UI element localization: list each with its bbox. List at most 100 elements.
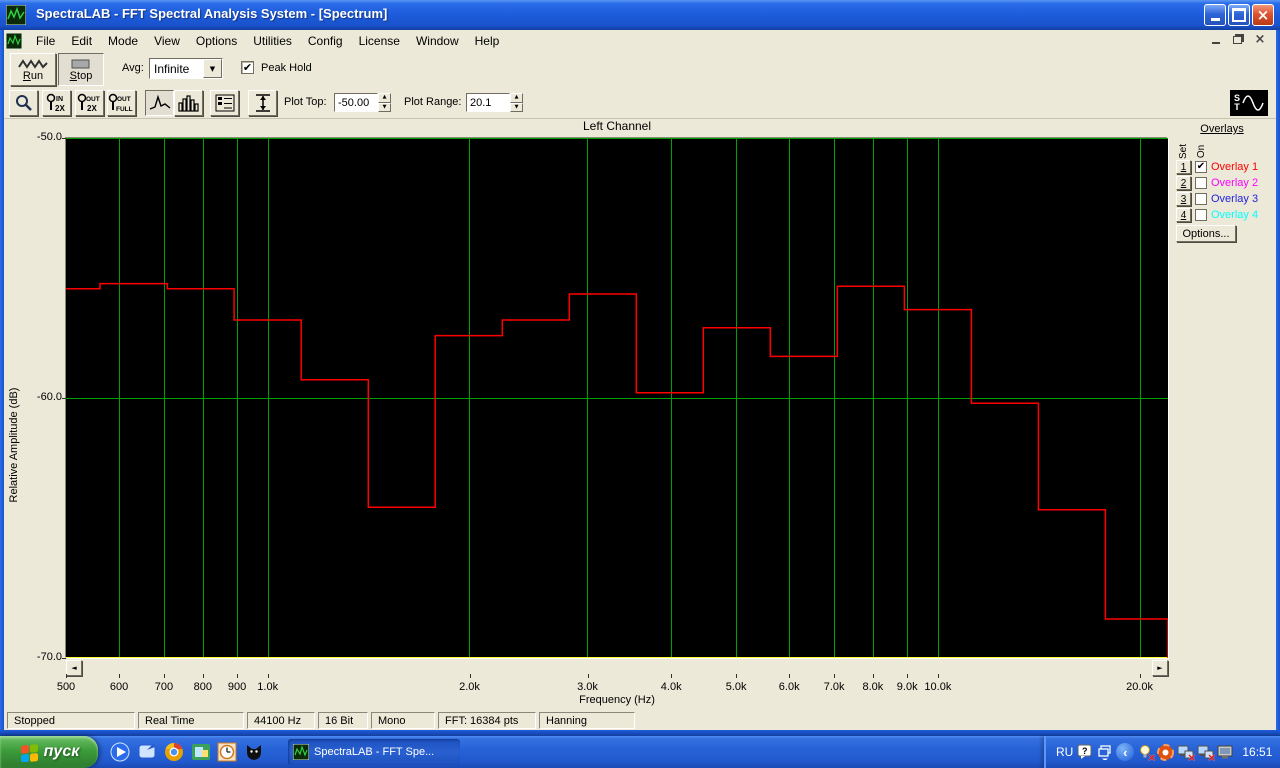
status-mode: Real Time (138, 712, 244, 729)
menu-window[interactable]: Window (408, 32, 467, 50)
stop-button[interactable]: Stop (58, 53, 104, 86)
x-tick-label: 5.0k (725, 681, 747, 693)
y-tick-mark (62, 398, 66, 399)
status-window-function: Hanning (539, 712, 635, 729)
window-restore-tray-icon[interactable] (1096, 744, 1113, 761)
scroll-left-button[interactable]: ◄ (66, 660, 82, 676)
x-tick-mark (469, 674, 471, 678)
display-options-button[interactable] (210, 90, 239, 116)
antivirus-tray-icon[interactable] (1157, 743, 1175, 761)
mdi-close-button[interactable]: × (1252, 31, 1268, 47)
taskbar-app-icon (293, 744, 309, 760)
overlay-1-set-button[interactable]: 1 (1176, 160, 1191, 174)
plot-top-spin-up-icon[interactable]: ▲ (378, 93, 391, 103)
status-sample-rate: 44100 Hz (247, 712, 315, 729)
menu-view[interactable]: View (146, 32, 188, 50)
quicklaunch-clock-icon[interactable] (217, 742, 237, 762)
overlay-options-button[interactable]: Options... (1176, 225, 1236, 242)
collapse-chevron-icon[interactable]: ‹ (1116, 743, 1135, 761)
menu-options[interactable]: Options (188, 32, 245, 50)
app-icon[interactable] (6, 5, 26, 25)
close-button[interactable]: × (1252, 4, 1274, 26)
menu-mode[interactable]: Mode (100, 32, 146, 50)
quicklaunch-green-app-icon[interactable] (191, 742, 211, 762)
list-settings-icon (215, 94, 234, 112)
display-tray-icon[interactable] (1217, 744, 1234, 761)
zoom-cursor-button[interactable] (9, 90, 38, 116)
run-sine-icon (18, 58, 48, 69)
quicklaunch-messenger-icon[interactable] (137, 742, 157, 762)
window-border-right (1276, 30, 1280, 736)
line-plot-button[interactable] (145, 90, 174, 116)
menu-utilities[interactable]: Utilities (245, 32, 300, 50)
avg-select[interactable]: Infinite ▼ (149, 58, 223, 79)
svg-text:OUT: OUT (117, 96, 131, 103)
quicklaunch-fox-icon[interactable] (244, 742, 264, 762)
mdi-close-icon: × (1254, 31, 1266, 47)
x-tick-label: 10.0k (924, 681, 952, 693)
overlay-4-checkbox[interactable] (1195, 209, 1207, 221)
quicklaunch-media-player-icon[interactable] (110, 742, 130, 762)
plot-range-input[interactable] (466, 93, 510, 112)
plot-range-spin-up-icon[interactable]: ▲ (510, 93, 523, 103)
menu-file[interactable]: File (28, 32, 63, 50)
zoom-out-full-button[interactable]: OUT FULL (107, 90, 136, 116)
peak-hold-checkbox[interactable]: ✔ (241, 61, 254, 74)
bar-plot-button[interactable] (174, 90, 203, 116)
zoom-out-full-icon: OUT FULL (108, 93, 133, 113)
help-tray-icon[interactable]: ? (1076, 744, 1093, 761)
plot-top-spinner[interactable]: ▲ ▼ (378, 93, 391, 112)
network-offline-icon-2[interactable]: × (1197, 744, 1216, 763)
overlay-1-checkbox[interactable]: ✔ (1195, 161, 1207, 173)
overlay-3-checkbox[interactable] (1195, 193, 1207, 205)
avg-select-arrow-icon[interactable]: ▼ (203, 59, 222, 78)
overlays-set-label: Set (1178, 143, 1190, 160)
plot-top-spin-down-icon[interactable]: ▼ (378, 102, 391, 112)
menu-help[interactable]: Help (467, 32, 508, 50)
mdi-restore-icon (1232, 36, 1242, 44)
overlay-2-checkbox[interactable] (1195, 177, 1207, 189)
scale-range-button[interactable] (248, 90, 277, 116)
status-bar: Stopped Real Time 44100 Hz 16 Bit Mono F… (4, 710, 1276, 730)
overlay-2-set-button[interactable]: 2 (1176, 176, 1191, 190)
maximize-button[interactable] (1228, 4, 1250, 26)
plot-range-spinner[interactable]: ▲ ▼ (510, 93, 523, 112)
zoom-in-2x-icon: IN 2X (46, 93, 65, 113)
menu-license[interactable]: License (351, 32, 408, 50)
title-bar[interactable]: SpectraLAB - FFT Spectral Analysis Syste… (0, 0, 1280, 30)
plot-top-input[interactable] (334, 93, 378, 112)
run-button[interactable]: Run (10, 53, 56, 86)
quicklaunch-browser-icon[interactable] (164, 742, 184, 762)
svg-text:FULL: FULL (116, 106, 133, 113)
x-tick-label: 20.0k (1126, 681, 1154, 693)
clock[interactable]: 16:51 (1242, 745, 1272, 759)
zoom-in-2x-button[interactable]: IN 2X (42, 90, 71, 116)
menu-config[interactable]: Config (300, 32, 351, 50)
spectrum-plot[interactable] (66, 138, 1169, 658)
menu-bar: File Edit Mode View Options Utilities Co… (4, 30, 1276, 52)
plot-toolbar: IN 2X OUT 2X OUT FULL Plot Top: -50.00 ▲… (4, 88, 1276, 119)
x-tick-label: 4.0k (660, 681, 682, 693)
mdi-minimize-button[interactable] (1208, 32, 1224, 46)
overlay-4-set-button[interactable]: 4 (1176, 208, 1191, 222)
mdi-system-icon[interactable] (6, 32, 22, 49)
lamp-alert-tray-icon[interactable]: × (1137, 744, 1156, 763)
x-tick-mark (119, 674, 121, 678)
network-offline-cross-icon-1: × (1187, 750, 1197, 764)
plot-range-spin-down-icon[interactable]: ▼ (510, 102, 523, 112)
avg-select-value: Infinite (154, 61, 190, 76)
menu-edit[interactable]: Edit (63, 32, 100, 50)
minimize-button[interactable] (1204, 4, 1226, 26)
start-button[interactable]: пуск (0, 736, 98, 768)
overlays-on-label: On (1196, 144, 1208, 159)
mdi-restore-button[interactable] (1230, 32, 1246, 46)
overlay-3-set-button[interactable]: 3 (1176, 192, 1191, 206)
zoom-out-2x-button[interactable]: OUT 2X (75, 90, 104, 116)
network-offline-icon-1[interactable]: × (1177, 744, 1197, 764)
status-fft-size: FFT: 16384 pts (438, 712, 536, 729)
language-indicator[interactable]: RU (1056, 745, 1073, 759)
logo-letter-t: T (1234, 102, 1240, 112)
scroll-right-button[interactable]: ► (1152, 660, 1168, 676)
taskbar-spectralab-button[interactable]: SpectraLAB - FFT Spe... (288, 739, 460, 765)
x-tick-mark (267, 674, 269, 678)
